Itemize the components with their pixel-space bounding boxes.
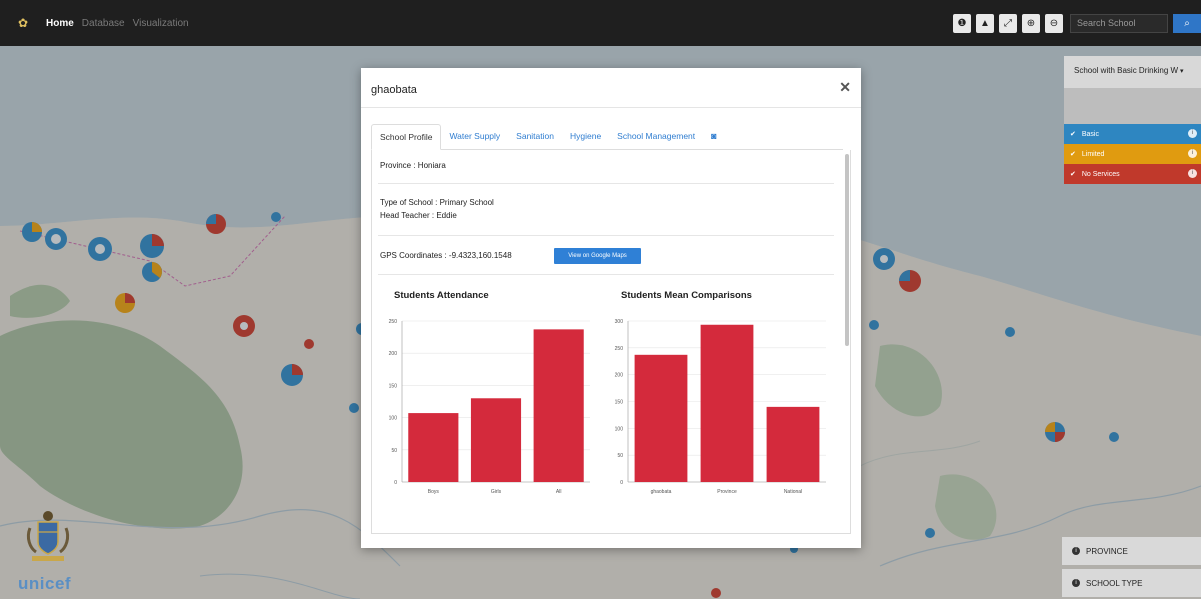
check-icon: ✔ bbox=[1070, 131, 1076, 138]
info-icon[interactable]: i bbox=[1188, 169, 1197, 178]
school-type-filter-button[interactable]: i SCHOOL TYPE bbox=[1062, 569, 1201, 597]
attendance-bar-chart: 0 50 100 150 200 250 Boys Girls All bbox=[389, 319, 590, 495]
legend-item-label: No Services bbox=[1081, 170, 1120, 178]
unicef-logo: unicef bbox=[18, 574, 72, 593]
y-tick-label: 150 bbox=[389, 383, 398, 389]
legend-dropdown[interactable]: School with Basic Drinking W ▾ bbox=[1064, 56, 1201, 88]
gps-info: GPS Coordinates : -9.4323,160.1548 bbox=[380, 251, 512, 260]
legend-item-no-services[interactable]: ✔ No Services i bbox=[1064, 164, 1201, 184]
divider bbox=[378, 183, 834, 184]
y-tick-label: 250 bbox=[389, 319, 398, 325]
y-tick-label: 50 bbox=[391, 448, 397, 454]
info-icon[interactable]: i bbox=[1188, 149, 1197, 158]
modal-tabs: School Profile Water Supply Sanitation H… bbox=[371, 124, 843, 150]
modal-title: ghaobata bbox=[371, 84, 417, 96]
mean-comparison-bar-chart: 0 50 100 150 200 250 300 ghaobata Province Nation… bbox=[615, 319, 826, 495]
legend-panel: School with Basic Drinking W ▾ ✔ Basic i ✔ L… bbox=[1064, 56, 1201, 184]
check-icon: ✔ bbox=[1070, 171, 1076, 178]
bar-province[interactable] bbox=[700, 324, 754, 482]
search-school-input[interactable]: Search School bbox=[1070, 14, 1168, 33]
tab-hygiene[interactable]: Hygiene bbox=[562, 124, 609, 150]
tab-water-supply[interactable]: Water Supply bbox=[441, 124, 508, 150]
info-icon[interactable]: ❶ bbox=[953, 14, 971, 33]
profile-content: Province : Honiara Type of School : Prim… bbox=[371, 150, 851, 534]
bar-ghaobata[interactable] bbox=[634, 354, 688, 482]
search-button[interactable]: ⌕ bbox=[1173, 14, 1201, 33]
nav-database-link[interactable]: Database bbox=[82, 18, 125, 29]
y-tick-label: 300 bbox=[615, 319, 624, 325]
x-tick-label: ghaobata bbox=[651, 489, 672, 495]
app-logo-icon[interactable]: ✿ bbox=[18, 16, 32, 30]
top-navbar: ✿ Home Database Visualization ❶ ▲ ⤢ ⊕ ⊖ … bbox=[0, 0, 1201, 46]
mean-comparison-chart-title: Students Mean Comparisons bbox=[621, 290, 752, 301]
attendance-chart-title: Students Attendance bbox=[394, 290, 489, 301]
content-scrollbar[interactable] bbox=[845, 154, 849, 346]
divider bbox=[378, 235, 834, 236]
zoom-in-icon[interactable]: ⊕ bbox=[1022, 14, 1040, 33]
school-type-info: Type of School : Primary School bbox=[380, 198, 494, 207]
tab-school-profile[interactable]: School Profile bbox=[371, 124, 442, 150]
y-tick-label: 0 bbox=[620, 480, 623, 486]
y-tick-label: 150 bbox=[615, 400, 624, 406]
map-toolbar: ❶ ▲ ⤢ ⊕ ⊖ Search School ⌕ bbox=[953, 14, 1201, 33]
coat-of-arms-logo bbox=[26, 511, 70, 561]
y-tick-label: 200 bbox=[615, 373, 624, 379]
camera-icon[interactable]: ◙ bbox=[703, 124, 724, 150]
chevron-down-icon: ▾ bbox=[1180, 68, 1184, 75]
tab-school-management[interactable]: School Management bbox=[609, 124, 703, 150]
legend-spacer bbox=[1064, 88, 1201, 124]
bar-girls[interactable] bbox=[470, 398, 522, 482]
school-type-filter-label: SCHOOL TYPE bbox=[1086, 578, 1143, 588]
modal-header: ghaobata ✕ bbox=[361, 68, 861, 108]
divider bbox=[378, 274, 834, 275]
bar-all[interactable] bbox=[533, 329, 584, 482]
bar-national[interactable] bbox=[766, 406, 820, 482]
x-tick-label: Province bbox=[717, 489, 737, 495]
x-tick-label: Girls bbox=[491, 489, 502, 495]
view-on-google-maps-button[interactable]: View on Google Maps bbox=[554, 248, 641, 264]
y-tick-label: 200 bbox=[389, 351, 398, 357]
school-profile-modal: ghaobata ✕ School Profile Water Supply S… bbox=[361, 68, 861, 548]
nav-visualization-link[interactable]: Visualization bbox=[133, 18, 189, 29]
legend-item-basic[interactable]: ✔ Basic i bbox=[1064, 124, 1201, 144]
province-filter-button[interactable]: i PROVINCE bbox=[1062, 537, 1201, 565]
info-icon[interactable]: i bbox=[1188, 129, 1197, 138]
legend-item-label: Limited bbox=[1081, 150, 1105, 158]
zoom-out-icon[interactable]: ⊖ bbox=[1045, 14, 1063, 33]
legend-item-limited[interactable]: ✔ Limited i bbox=[1064, 144, 1201, 164]
y-tick-label: 100 bbox=[389, 416, 398, 422]
legend-item-label: Basic bbox=[1081, 130, 1099, 138]
y-tick-label: 100 bbox=[615, 426, 624, 432]
x-tick-label: National bbox=[784, 489, 802, 495]
info-icon: i bbox=[1072, 579, 1080, 587]
x-tick-label: All bbox=[556, 489, 562, 495]
close-icon[interactable]: ✕ bbox=[839, 79, 851, 96]
legend-title: School with Basic Drinking W bbox=[1074, 66, 1179, 75]
nav-home-link[interactable]: Home bbox=[46, 18, 74, 29]
tab-sanitation[interactable]: Sanitation bbox=[508, 124, 562, 150]
info-icon: i bbox=[1072, 547, 1080, 555]
check-icon: ✔ bbox=[1070, 151, 1076, 158]
y-tick-label: 0 bbox=[394, 480, 397, 486]
head-teacher-info: Head Teacher : Eddie bbox=[380, 211, 457, 220]
y-tick-label: 250 bbox=[615, 346, 624, 352]
expand-icon[interactable]: ⤢ bbox=[999, 14, 1017, 33]
province-filter-label: PROVINCE bbox=[1086, 546, 1128, 556]
warning-icon[interactable]: ▲ bbox=[976, 14, 994, 33]
bar-boys[interactable] bbox=[408, 413, 459, 482]
x-tick-label: Boys bbox=[428, 489, 440, 495]
province-info: Province : Honiara bbox=[380, 161, 446, 170]
y-tick-label: 50 bbox=[617, 453, 623, 459]
